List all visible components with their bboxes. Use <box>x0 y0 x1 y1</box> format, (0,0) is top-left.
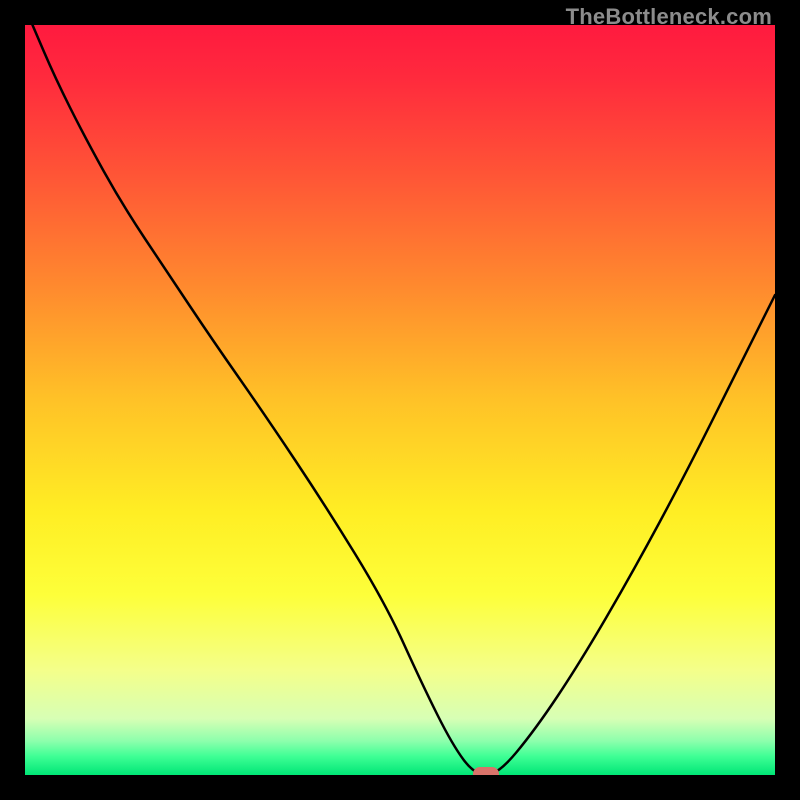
minimum-marker <box>473 767 499 775</box>
watermark: TheBottleneck.com <box>566 4 772 30</box>
plot-area <box>25 25 775 775</box>
chart-frame: TheBottleneck.com <box>0 0 800 800</box>
bottleneck-curve <box>25 25 775 775</box>
